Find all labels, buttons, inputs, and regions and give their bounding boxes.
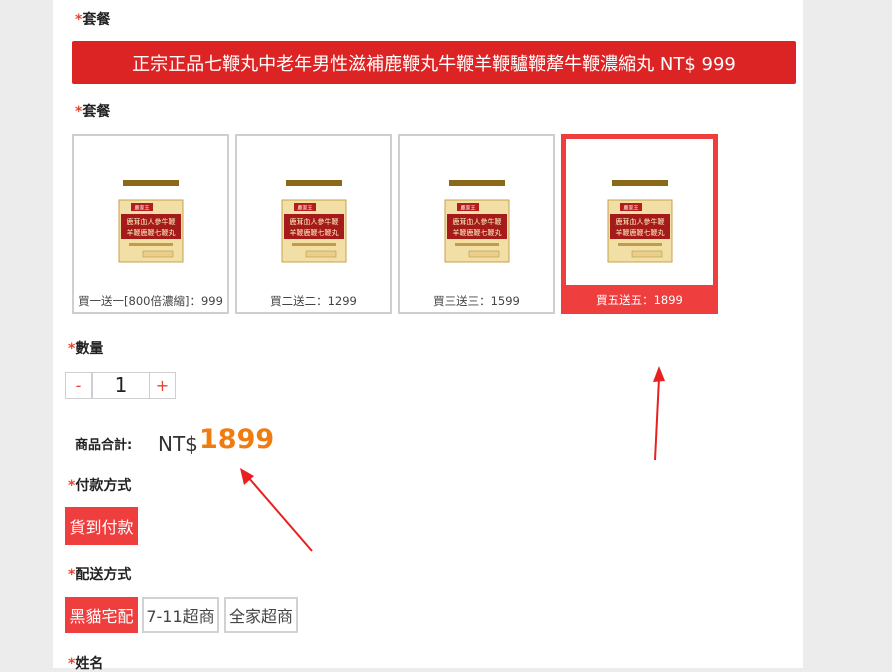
subtotal-label: 商品合計: — [75, 438, 133, 453]
payment-cod-button[interactable]: 貨到付款 — [65, 507, 138, 545]
svg-text:鹿家王: 鹿家王 — [623, 205, 638, 212]
package-option-caption: 買五送五：1899 — [596, 293, 683, 307]
delivery-home-button[interactable]: 黑貓宅配 — [65, 597, 138, 633]
package-label: *套餐 — [75, 12, 111, 28]
order-form-panel — [53, 0, 803, 668]
svg-text:羊鞭鹿鞭七鞭丸: 羊鞭鹿鞭七鞭丸 — [289, 228, 338, 237]
package-option-2[interactable]: 鹿家王 鹿茸血人參牛鞭 羊鞭鹿鞭七鞭丸 買二送二：1299 — [235, 134, 392, 314]
svg-text:羊鞭鹿鞭七鞭丸: 羊鞭鹿鞭七鞭丸 — [452, 228, 501, 237]
package-banner-text: 正宗正品七鞭丸中老年男性滋補鹿鞭丸牛鞭羊鞭驢鞭犛牛鞭濃縮丸 NT$ 999 — [132, 53, 736, 75]
product-bottle-image: 鹿家王 鹿茸血人參牛鞭 羊鞭鹿鞭七鞭丸 — [443, 152, 510, 278]
package-option-4[interactable]: 鹿家王 鹿茸血人參牛鞭 羊鞭鹿鞭七鞭丸 買五送五：1899 — [561, 134, 718, 314]
svg-text:鹿家王: 鹿家王 — [297, 205, 312, 212]
package-option-1[interactable]: 鹿家王 鹿茸血人參牛鞭 羊鞭鹿鞭七鞭丸 買一送一[800倍濃縮]：999 — [72, 134, 229, 314]
svg-text:羊鞭鹿鞭七鞭丸: 羊鞭鹿鞭七鞭丸 — [126, 228, 175, 237]
svg-text:羊鞭鹿鞭七鞭丸: 羊鞭鹿鞭七鞭丸 — [615, 228, 664, 237]
package-option-caption: 買二送二：1299 — [270, 294, 357, 308]
quantity-input[interactable]: 1 — [92, 372, 150, 399]
product-bottle-image: 鹿家王 鹿茸血人參牛鞭 羊鞭鹿鞭七鞭丸 — [606, 152, 673, 278]
delivery-711-button[interactable]: 7-11超商 — [142, 597, 219, 633]
package-option-3[interactable]: 鹿家王 鹿茸血人參牛鞭 羊鞭鹿鞭七鞭丸 買三送三：1599 — [398, 134, 555, 314]
subtotal-currency: NT$ — [158, 432, 198, 456]
delivery-method-label: *配送方式 — [68, 567, 132, 583]
svg-text:鹿家王: 鹿家王 — [460, 205, 475, 212]
product-bottle-image: 鹿家王 鹿茸血人參牛鞭 羊鞭鹿鞭七鞭丸 — [280, 152, 347, 278]
name-label: *姓名 — [68, 656, 104, 672]
package-banner-button[interactable]: 正宗正品七鞭丸中老年男性滋補鹿鞭丸牛鞭羊鞭驢鞭犛牛鞭濃縮丸 NT$ 999 — [72, 41, 796, 84]
payment-method-label: *付款方式 — [68, 478, 132, 494]
delivery-familymart-button[interactable]: 全家超商 — [224, 597, 298, 633]
quantity-increment-button[interactable]: + — [149, 372, 176, 399]
subtotal-amount: 1899 — [199, 424, 275, 455]
quantity-decrement-button[interactable]: - — [65, 372, 92, 399]
product-bottle-image: 鹿家王 鹿茸血人參牛鞭 羊鞭鹿鞭七鞭丸 — [117, 152, 184, 278]
package-option-caption: 買三送三：1599 — [433, 294, 520, 308]
quantity-label: *數量 — [68, 341, 104, 357]
svg-text:鹿茸血人參牛鞭: 鹿茸血人參牛鞭 — [452, 217, 501, 226]
package-option-label: *套餐 — [75, 104, 111, 120]
svg-text:鹿茸血人參牛鞭: 鹿茸血人參牛鞭 — [289, 217, 338, 226]
svg-text:鹿家王: 鹿家王 — [134, 205, 149, 212]
package-option-caption: 買一送一[800倍濃縮]：999 — [78, 294, 223, 308]
svg-text:鹿茸血人參牛鞭: 鹿茸血人參牛鞭 — [615, 217, 664, 226]
svg-text:鹿茸血人參牛鞭: 鹿茸血人參牛鞭 — [126, 217, 175, 226]
